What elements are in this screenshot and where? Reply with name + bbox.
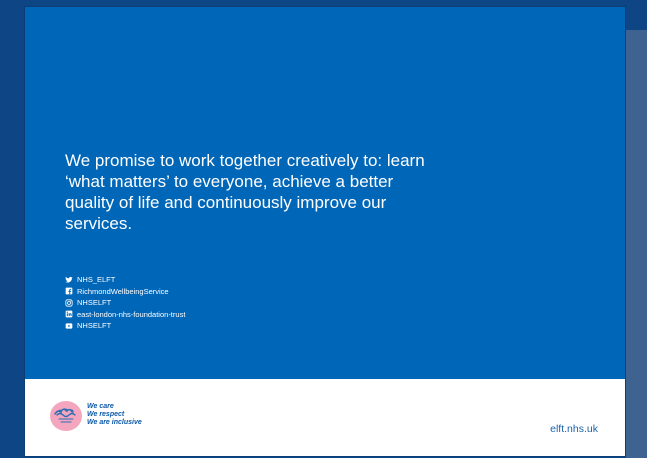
social-instagram-label: NHSELFT <box>77 298 112 307</box>
youtube-icon <box>65 322 73 330</box>
side-panel <box>626 30 647 458</box>
social-links: NHS_ELFT RichmondWellbeingService NHSELF… <box>65 274 185 332</box>
blue-panel: We promise to work together creatively t… <box>25 7 625 379</box>
social-linkedin[interactable]: east-london-nhs-foundation-trust <box>65 309 185 321</box>
value-inclusive: We are inclusive <box>87 419 142 426</box>
social-instagram[interactable]: NHSELFT <box>65 297 185 309</box>
social-linkedin-label: east-london-nhs-foundation-trust <box>77 309 186 319</box>
facebook-icon <box>65 287 73 295</box>
social-youtube[interactable]: NHSELFT <box>65 320 185 332</box>
value-care: We care <box>87 403 114 410</box>
instagram-icon <box>65 299 73 307</box>
promise-text: We promise to work together creatively t… <box>65 151 425 233</box>
care-respect-inclusive-logo <box>49 400 83 432</box>
leaflet-page: We promise to work together creatively t… <box>25 7 625 456</box>
website-link[interactable]: elft.nhs.uk <box>550 423 598 435</box>
values-list: We care We respect We are inclusive <box>87 403 142 427</box>
value-respect: We respect <box>87 411 125 418</box>
social-twitter-label: NHS_ELFT <box>77 275 116 284</box>
linkedin-icon <box>65 310 73 318</box>
social-facebook-label: RichmondWellbeingService <box>77 286 169 296</box>
footer: We care We respect We are inclusive elft… <box>25 379 625 456</box>
social-youtube-label: NHSELFT <box>77 321 112 330</box>
social-twitter[interactable]: NHS_ELFT <box>65 274 185 286</box>
social-facebook[interactable]: RichmondWellbeingService <box>65 286 185 298</box>
twitter-icon <box>65 276 73 284</box>
